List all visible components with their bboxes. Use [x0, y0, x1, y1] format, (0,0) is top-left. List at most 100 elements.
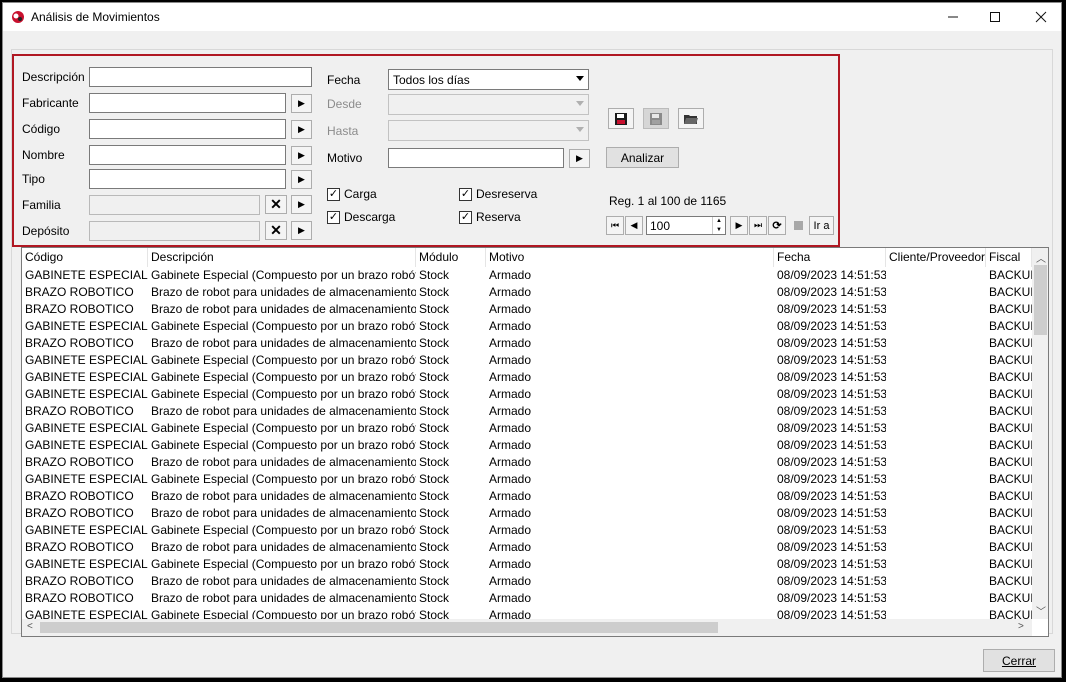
motivo-lookup-button[interactable]: ▶ — [569, 149, 590, 168]
table-row[interactable]: BRAZO ROBOTICO Brazo de robot para unidad… — [22, 454, 1032, 471]
horizontal-scroll-thumb[interactable] — [40, 622, 718, 633]
table-row[interactable]: BRAZO ROBOTICO Brazo de robot para unidad… — [22, 590, 1032, 607]
tipo-lookup-button[interactable]: ▶ — [291, 170, 312, 189]
carga-checkbox[interactable]: ✓ Carga — [327, 187, 377, 201]
table-cell: Gabinete Especial (Compuesto por un braz… — [151, 387, 416, 401]
familia-lookup-button[interactable]: ▶ — [291, 195, 312, 214]
nombre-input[interactable] — [89, 145, 286, 165]
tipo-input[interactable] — [89, 169, 286, 189]
descripcion-input[interactable] — [89, 67, 312, 87]
vertical-scrollbar[interactable]: ︿ ﹀ — [1032, 248, 1048, 619]
table-row[interactable]: GABINETE ESPECIAL Gabinete Especial (Comp… — [22, 607, 1032, 619]
table-cell: Armado — [489, 489, 532, 503]
scroll-right-icon[interactable]: > — [1018, 621, 1024, 632]
table-row[interactable]: GABINETE ESPECIAL Gabinete Especial (Comp… — [22, 556, 1032, 573]
table-row[interactable]: GABINETE ESPECIAL Gabinete Especial (Comp… — [22, 352, 1032, 369]
table-row[interactable]: GABINETE ESPECIAL Gabinete Especial (Comp… — [22, 318, 1032, 335]
reserva-checkbox[interactable]: ✓ Reserva — [459, 210, 521, 224]
fabricante-label: Fabricante — [22, 96, 79, 110]
codigo-input[interactable] — [89, 119, 286, 139]
table-cell: Armado — [489, 472, 532, 486]
check-icon: ✓ — [459, 210, 472, 224]
cerrar-button[interactable]: Cerrar — [983, 649, 1055, 672]
analizar-button[interactable]: Analizar — [606, 147, 679, 168]
column-header[interactable]: Código — [22, 248, 148, 267]
table-cell: Armado — [489, 506, 532, 520]
page-size-input[interactable]: 100 ▲ ▼ — [646, 216, 726, 235]
scroll-down-icon[interactable]: ﹀ — [1036, 603, 1046, 618]
table-cell: Brazo de robot para unidades de almacena… — [151, 302, 416, 316]
table-cell: BRAZO ROBOTICO — [25, 302, 134, 316]
fabricante-lookup-button[interactable]: ▶ — [291, 94, 312, 113]
stop-icon — [789, 216, 807, 235]
familia-clear-x-icon[interactable]: ✕ — [265, 195, 287, 214]
table-row[interactable]: BRAZO ROBOTICO Brazo de robot para unidad… — [22, 335, 1032, 352]
table-cell: BACKUF — [989, 336, 1032, 350]
table-cell: BACKUF — [989, 404, 1032, 418]
column-header[interactable]: Descripción — [148, 248, 416, 267]
spin-arrows-icon[interactable]: ▲ ▼ — [712, 217, 725, 234]
fecha-select[interactable]: Todos los días — [388, 69, 589, 90]
table-row[interactable]: BRAZO ROBOTICO Brazo de robot para unidad… — [22, 573, 1032, 590]
scroll-left-icon[interactable]: < — [27, 621, 33, 632]
table-cell: BRAZO ROBOTICO — [25, 336, 134, 350]
codigo-lookup-button[interactable]: ▶ — [291, 120, 312, 139]
column-header[interactable]: Fecha — [774, 248, 886, 267]
open-button[interactable] — [678, 108, 704, 129]
table-row[interactable]: GABINETE ESPECIAL Gabinete Especial (Comp… — [22, 437, 1032, 454]
movements-grid[interactable]: Código Descripción Módulo Motivo Fecha Client… — [21, 247, 1049, 637]
table-cell — [886, 437, 986, 454]
table-row[interactable]: GABINETE ESPECIAL Gabinete Especial (Comp… — [22, 267, 1032, 284]
table-row[interactable]: GABINETE ESPECIAL Gabinete Especial (Comp… — [22, 420, 1032, 437]
table-cell: 08/09/2023 14:51:53 — [777, 489, 886, 503]
column-header[interactable]: Cliente/Proveedor — [886, 248, 986, 267]
table-cell: BACKUF — [989, 353, 1032, 367]
table-cell: Armado — [489, 370, 532, 384]
table-row[interactable]: BRAZO ROBOTICO Brazo de robot para unidad… — [22, 403, 1032, 420]
column-header[interactable]: Módulo — [416, 248, 486, 267]
table-cell — [886, 352, 986, 369]
prev-page-icon[interactable]: ◀ — [625, 216, 643, 235]
table-row[interactable]: BRAZO ROBOTICO Brazo de robot para unidad… — [22, 488, 1032, 505]
next-page-icon[interactable]: ▶ — [730, 216, 748, 235]
table-row[interactable]: GABINETE ESPECIAL Gabinete Especial (Comp… — [22, 522, 1032, 539]
last-page-icon[interactable]: ⏭ — [749, 216, 767, 235]
table-row[interactable]: GABINETE ESPECIAL Gabinete Especial (Comp… — [22, 369, 1032, 386]
table-cell: GABINETE ESPECIAL — [25, 421, 148, 435]
deposito-clear-x-icon[interactable]: ✕ — [265, 221, 287, 240]
descarga-checkbox[interactable]: ✓ Descarga — [327, 210, 395, 224]
deposito-lookup-button[interactable]: ▶ — [291, 221, 312, 240]
motivo-input[interactable] — [388, 148, 564, 168]
table-cell — [886, 386, 986, 403]
table-row[interactable]: BRAZO ROBOTICO Brazo de robot para unidad… — [22, 539, 1032, 556]
nombre-lookup-button[interactable]: ▶ — [291, 146, 312, 165]
vertical-scroll-thumb[interactable] — [1034, 265, 1047, 335]
table-cell: BACKUF — [989, 302, 1032, 316]
save-button[interactable] — [608, 108, 634, 129]
table-row[interactable]: BRAZO ROBOTICO Brazo de robot para unidad… — [22, 505, 1032, 522]
first-page-icon[interactable]: ⏮ — [606, 216, 624, 235]
table-row[interactable]: BRAZO ROBOTICO Brazo de robot para unidad… — [22, 301, 1032, 318]
refresh-icon[interactable]: ⟳ — [768, 216, 786, 235]
table-cell: 08/09/2023 14:51:53 — [777, 591, 886, 605]
table-row[interactable]: BRAZO ROBOTICO Brazo de robot para unidad… — [22, 284, 1032, 301]
table-row[interactable]: GABINETE ESPECIAL Gabinete Especial (Comp… — [22, 386, 1032, 403]
scroll-up-icon[interactable]: ︿ — [1036, 250, 1046, 265]
descarga-label: Descarga — [344, 210, 396, 224]
minimize-icon[interactable] — [933, 3, 973, 31]
table-cell: Brazo de robot para unidades de almacena… — [151, 591, 416, 605]
ir-a-button[interactable]: Ir a — [809, 216, 834, 235]
table-cell: Stock — [419, 455, 450, 469]
chevron-down-icon — [576, 101, 584, 106]
close-icon[interactable] — [1021, 3, 1061, 31]
horizontal-scrollbar[interactable]: < > — [22, 619, 1032, 636]
desreserva-checkbox[interactable]: ✓ Desreserva — [459, 187, 537, 201]
save-icon — [615, 112, 627, 125]
motivo-label: Motivo — [327, 151, 363, 165]
table-row[interactable]: GABINETE ESPECIAL Gabinete Especial (Comp… — [22, 471, 1032, 488]
fabricante-input[interactable] — [89, 93, 286, 113]
column-header[interactable]: Motivo — [486, 248, 774, 267]
maximize-icon[interactable] — [975, 3, 1015, 31]
column-header[interactable]: Fiscal — [986, 248, 1032, 267]
analisis-window: Análisis de Movimientos Descripción Fabr… — [2, 2, 1062, 678]
